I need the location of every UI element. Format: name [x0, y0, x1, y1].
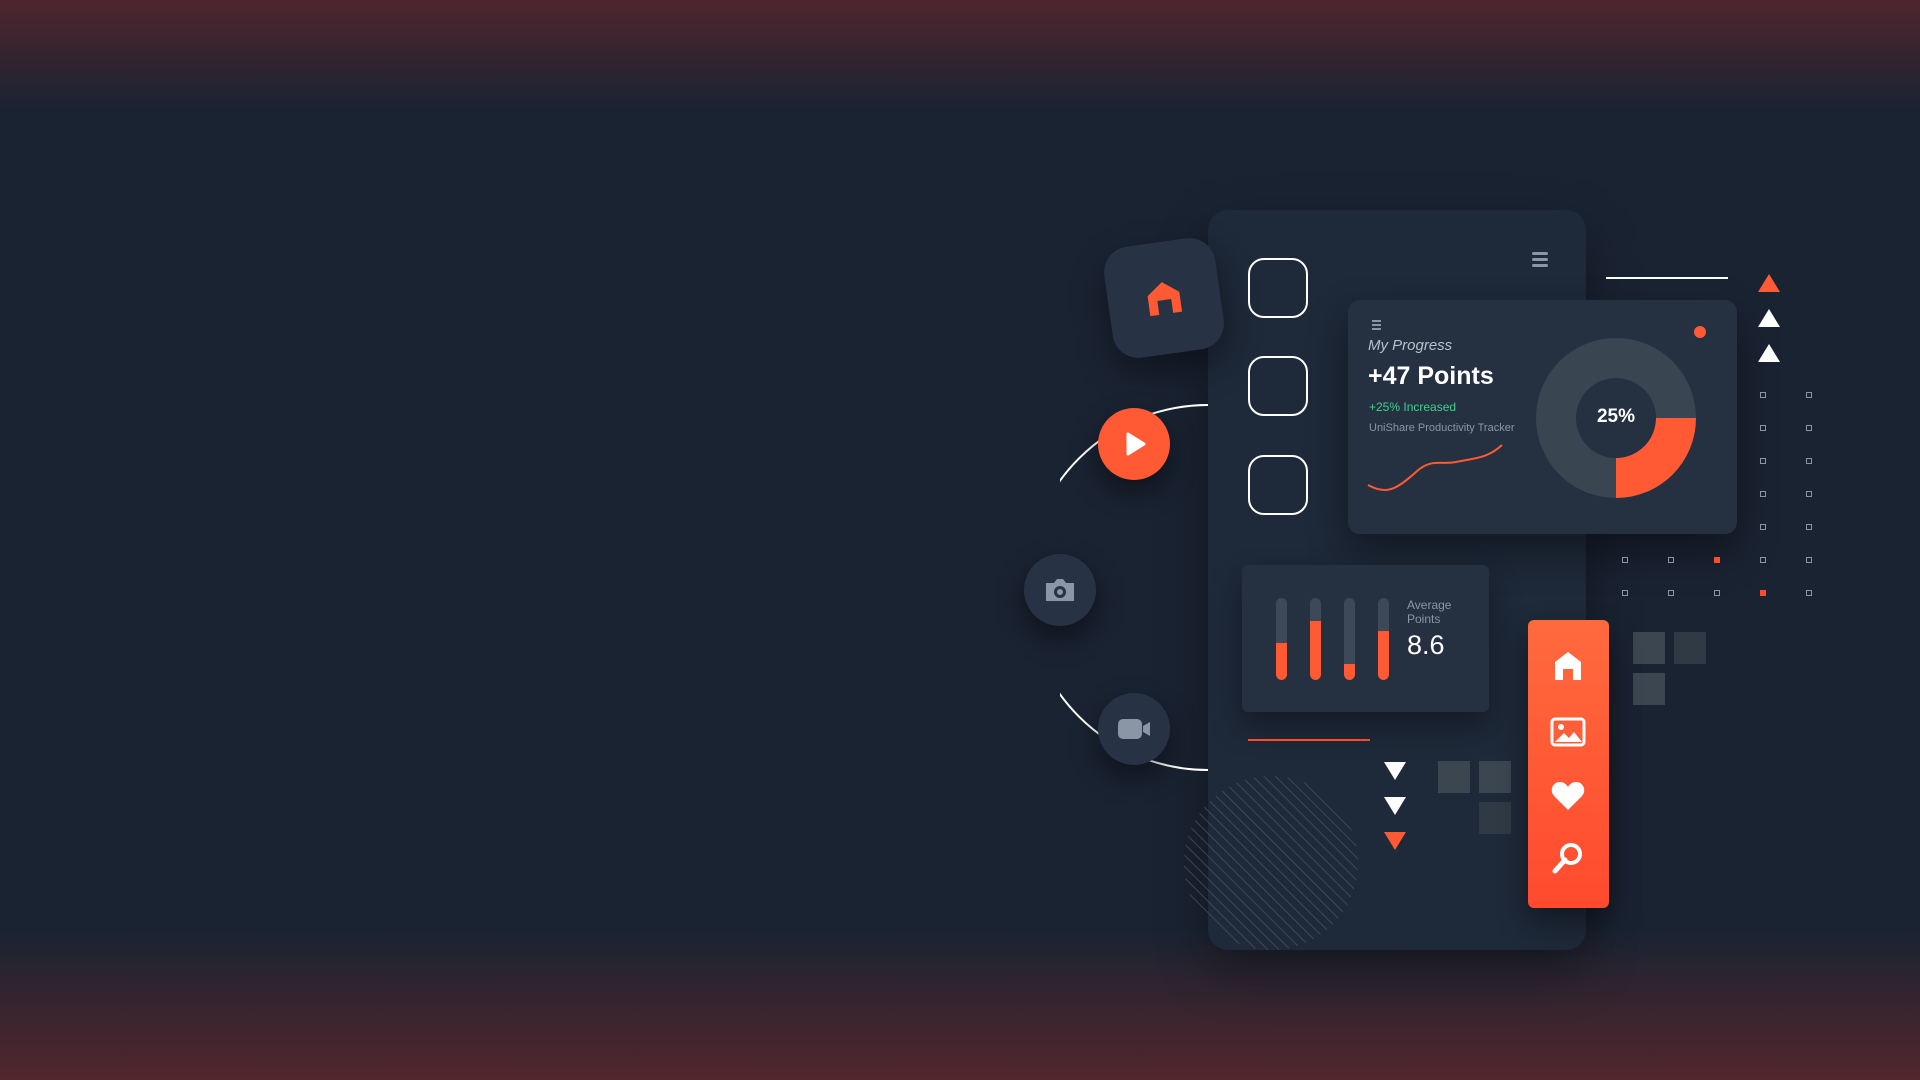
grid-dot: [1806, 458, 1812, 464]
card-menu-icon[interactable]: [1372, 320, 1381, 332]
grid-dot: [1760, 458, 1766, 464]
average-label: Average Points: [1407, 598, 1452, 626]
grid-dot: [1622, 590, 1628, 596]
decor-square: [1479, 761, 1511, 793]
decor-square: [1633, 632, 1665, 664]
sidebar-search[interactable]: [1550, 840, 1586, 876]
menu-icon[interactable]: [1532, 252, 1548, 270]
grid-dot: [1760, 557, 1766, 563]
home-icon: [1555, 652, 1581, 680]
icon-sidebar: [1528, 620, 1609, 908]
sidebar-image[interactable]: [1550, 714, 1586, 750]
home-icon: [1147, 282, 1183, 317]
grid-dot: [1806, 590, 1812, 596]
decor-square: [1674, 632, 1706, 664]
home-tile[interactable]: [1100, 234, 1228, 362]
grid-dot: [1806, 557, 1812, 563]
grid-dot: [1760, 491, 1766, 497]
placeholder-square[interactable]: [1248, 258, 1308, 318]
search-icon: [1552, 843, 1582, 874]
camera-button[interactable]: [1024, 554, 1096, 626]
bar: [1344, 598, 1355, 680]
play-icon: [1126, 432, 1146, 456]
average-value: 8.6: [1407, 630, 1445, 660]
donut-percent: 25%: [1596, 406, 1636, 427]
tracker-subtitle: UniShare Productivity Tracker: [1369, 422, 1515, 434]
grid-dot: [1714, 557, 1720, 563]
trend-line: [1367, 444, 1503, 492]
bar: [1310, 598, 1321, 680]
status-dot: [1694, 326, 1706, 338]
sidebar-heart[interactable]: [1550, 778, 1586, 814]
decor-square: [1438, 761, 1470, 793]
heart-icon: [1551, 782, 1585, 810]
grid-dot: [1806, 425, 1812, 431]
grid-dot: [1668, 557, 1674, 563]
video-icon: [1118, 719, 1150, 739]
grid-dot: [1668, 590, 1674, 596]
grid-dot: [1760, 392, 1766, 398]
grid-dot: [1806, 491, 1812, 497]
grid-dot: [1760, 524, 1766, 530]
points-value: +47 Points: [1368, 362, 1494, 390]
decor-square: [1479, 802, 1511, 834]
grid-dot: [1806, 392, 1812, 398]
grid-dot: [1714, 590, 1720, 596]
down-arrows: [1384, 762, 1406, 850]
decor-square: [1633, 673, 1665, 705]
hatched-circle: [1184, 776, 1358, 950]
progress-title: My Progress: [1368, 337, 1453, 354]
video-button[interactable]: [1098, 693, 1170, 765]
grid-dot: [1622, 557, 1628, 563]
divider-line: [1606, 277, 1728, 279]
placeholder-square[interactable]: [1248, 455, 1308, 515]
grid-dot: [1760, 425, 1766, 431]
bar: [1276, 598, 1287, 680]
bar: [1378, 598, 1389, 680]
increase-text: +25% Increased: [1369, 400, 1457, 414]
image-icon: [1550, 717, 1586, 747]
grid-dot: [1760, 590, 1766, 596]
grid-dot: [1806, 524, 1812, 530]
divider-line: [1248, 739, 1370, 741]
play-button[interactable]: [1098, 408, 1170, 480]
camera-icon: [1046, 579, 1074, 601]
placeholder-square[interactable]: [1248, 356, 1308, 416]
up-arrows: [1758, 274, 1780, 362]
sidebar-home[interactable]: [1550, 648, 1586, 684]
